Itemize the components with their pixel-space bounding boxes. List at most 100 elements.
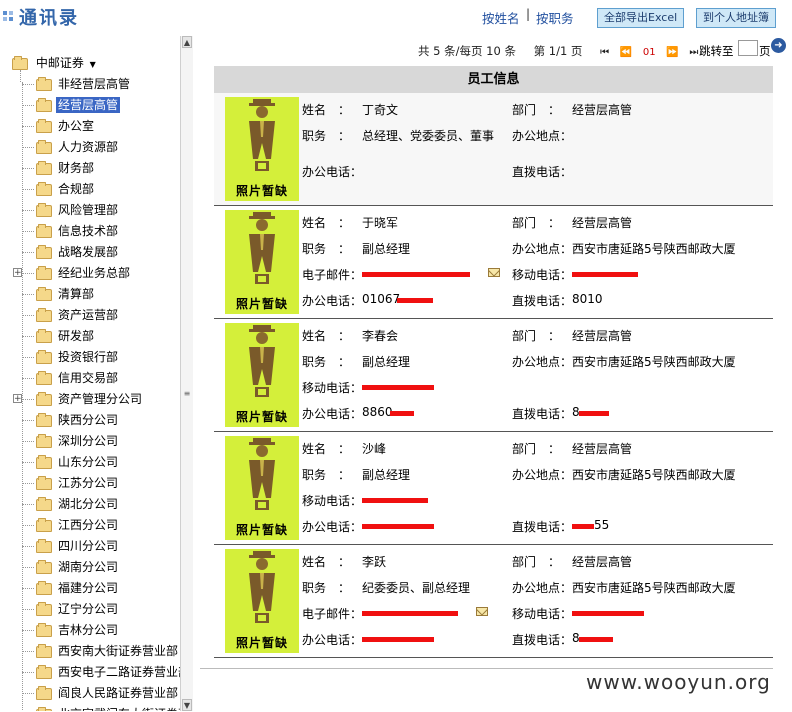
tree-item-label: 辽宁分公司	[58, 602, 119, 616]
employee-office-phone: 8860	[362, 405, 393, 419]
tree-item[interactable]: 资产运营部	[36, 305, 120, 325]
folder-icon	[36, 454, 52, 469]
photo-placeholder: 照片暂缺	[225, 549, 299, 653]
tree-item[interactable]: 办公室	[36, 116, 96, 136]
tree-item[interactable]: 福建分公司	[36, 578, 120, 598]
tree-item[interactable]: 风险管理部	[36, 200, 120, 220]
tree-item[interactable]: 西安电子二路证券营业部	[36, 662, 180, 682]
tree-item[interactable]: 战略发展部	[36, 242, 120, 262]
tree-connector	[22, 273, 34, 274]
tree-item[interactable]: 山东分公司	[36, 452, 120, 472]
tree-item[interactable]: 非经营层高管	[36, 74, 132, 94]
tree-item[interactable]: 资产管理分公司	[36, 389, 144, 409]
tree-item[interactable]: 陕西分公司	[36, 410, 120, 430]
tree-item[interactable]: 经纪业务总部	[36, 263, 132, 283]
employee-office: 西安市唐延路5号陕西邮政大厦	[572, 581, 736, 595]
tree-item[interactable]: 合规部	[36, 179, 96, 199]
employee-name: 李春会	[362, 329, 399, 343]
employee-position: 纪委委员、副总经理	[362, 581, 471, 595]
folder-icon	[36, 97, 52, 112]
tree-item[interactable]: 研发部	[36, 326, 96, 346]
tree-item[interactable]: 经营层高管	[36, 95, 121, 115]
personal-address-book-button[interactable]: 到个人地址簿	[696, 8, 776, 28]
tree-item[interactable]: 湖南分公司	[36, 557, 120, 577]
expand-plus-icon[interactable]: +	[13, 394, 22, 404]
go-arrow-icon[interactable]: ➜	[771, 38, 786, 53]
folder-icon	[36, 307, 52, 322]
tree-item-label: 研发部	[58, 329, 95, 343]
tree-connector	[22, 630, 34, 631]
tree-item[interactable]: 四川分公司	[36, 536, 120, 556]
current-page[interactable]: 01	[643, 47, 656, 58]
jump-page-input[interactable]	[738, 40, 758, 56]
scroll-up-icon[interactable]: ▲	[182, 36, 192, 48]
tree-connector	[22, 189, 34, 190]
tree-item[interactable]: 清算部	[36, 284, 96, 304]
sort-by-position-link[interactable]: 按职务	[536, 8, 574, 27]
tree-item[interactable]: 财务部	[36, 158, 96, 178]
tree-item[interactable]: 信息技术部	[36, 221, 120, 241]
scroll-down-icon[interactable]: ▼	[182, 699, 192, 711]
prev-page-icon[interactable]: ⏪	[620, 47, 632, 58]
sort-by-name-link[interactable]: 按姓名	[482, 8, 520, 27]
employee-position: 副总经理	[362, 468, 411, 482]
tree-item[interactable]: 投资银行部	[36, 347, 120, 367]
tree-connector	[22, 567, 34, 568]
tree-root-label: 中邮证券	[35, 56, 84, 70]
folder-icon	[36, 391, 52, 406]
dept-label: 部门 ：	[512, 216, 561, 230]
tree-item[interactable]: 西安南大街证券营业部	[36, 641, 180, 661]
department-tree-pane: 中邮证券 ▼ 非经营层高管 经营层高管 办公室人力资源部财务部合规部风险管理部信息技…	[0, 34, 194, 711]
tree-item[interactable]: 江苏分公司	[36, 473, 120, 493]
tree-item[interactable]: 北京宣武门东大街证券营	[36, 704, 180, 711]
direct-phone-label: 直拨电话：	[512, 633, 573, 647]
mail-envelope-icon[interactable]	[488, 268, 500, 277]
tree-item[interactable]: 吉林分公司	[36, 620, 120, 640]
next-page-icon[interactable]: ⏩	[666, 47, 678, 58]
tree-item-label: 信用交易部	[58, 371, 119, 385]
tree-item-label: 财务部	[58, 161, 95, 175]
direct-phone-label: 直拨电话：	[512, 520, 573, 534]
redaction-mark	[362, 637, 434, 642]
tree-item[interactable]: 江西分公司	[36, 515, 120, 535]
employee-office: 西安市唐延路5号陕西邮政大厦	[572, 242, 736, 256]
photo-placeholder: 照片暂缺	[225, 97, 299, 201]
tree-connector	[22, 105, 34, 106]
expand-plus-icon[interactable]: +	[13, 268, 22, 278]
jump-suffix: 页	[759, 44, 771, 58]
link-separator: |	[526, 7, 531, 21]
tree-item-label: 人力资源部	[58, 140, 119, 154]
tree-item-label: 战略发展部	[58, 245, 119, 259]
tree-item[interactable]: 信用交易部	[36, 368, 120, 388]
scroll-grip-icon[interactable]: ≡	[183, 390, 191, 398]
mail-envelope-icon[interactable]	[476, 607, 488, 616]
chevron-down-icon[interactable]: ▼	[90, 60, 96, 69]
placeholder-person-icon	[249, 551, 275, 623]
folder-icon	[36, 601, 52, 616]
name-label: 姓名 ：	[302, 216, 351, 230]
tree-root[interactable]: 中邮证券 ▼	[12, 54, 96, 72]
photo-placeholder: 照片暂缺	[225, 210, 299, 314]
tree-item-label: 经纪业务总部	[58, 266, 131, 280]
tree-connector	[22, 82, 23, 711]
folder-icon	[36, 559, 52, 574]
tree-item-label: 湖南分公司	[58, 560, 119, 574]
folder-icon	[36, 160, 52, 175]
mobile-label: 移动电话：	[512, 268, 573, 282]
last-page-icon[interactable]: ⏭	[689, 47, 698, 58]
tree-connector	[22, 546, 34, 547]
tree-item[interactable]: 阎良人民路证券营业部	[36, 683, 180, 703]
vertical-scrollbar[interactable]: ▲ ≡ ▼	[180, 36, 193, 711]
tree-item-label: 风险管理部	[58, 203, 119, 217]
redaction-mark	[397, 298, 433, 303]
tree-connector	[22, 525, 34, 526]
folder-icon	[36, 412, 52, 427]
export-excel-button[interactable]: 全部导出Excel	[597, 8, 685, 28]
tree-connector	[22, 126, 34, 127]
first-page-icon[interactable]: ⏮	[600, 47, 609, 58]
tree-item[interactable]: 深圳分公司	[36, 431, 120, 451]
tree-item[interactable]: 辽宁分公司	[36, 599, 120, 619]
tree-item[interactable]: 人力资源部	[36, 137, 120, 157]
tree-item[interactable]: 湖北分公司	[36, 494, 120, 514]
folder-icon	[36, 475, 52, 490]
